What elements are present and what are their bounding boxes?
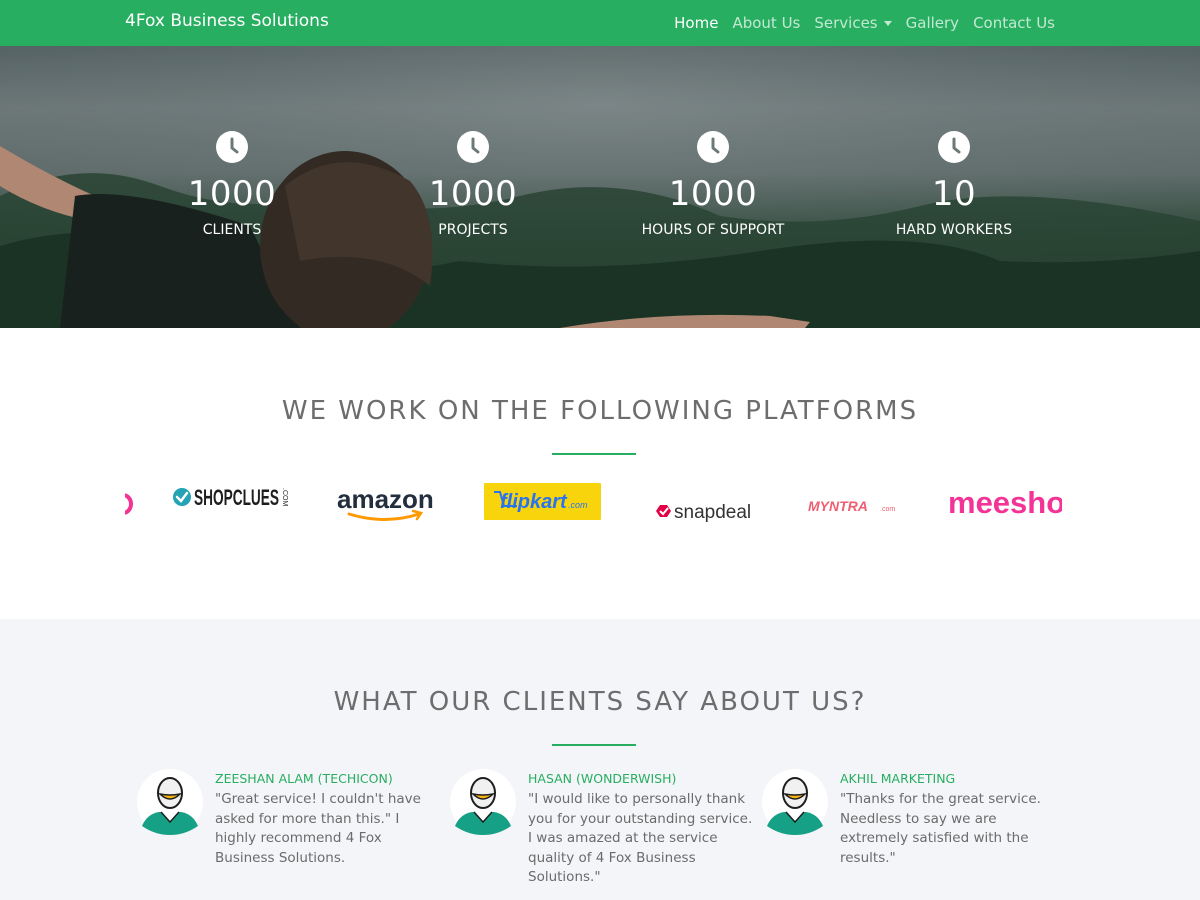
stat-number: 1000	[668, 174, 758, 214]
clock-icon	[697, 131, 729, 163]
testimonial-author: ZEESHAN ALAM (TECHICON)	[215, 771, 393, 786]
clock-icon	[457, 131, 489, 163]
testimonial-card: AKHIL MARKETING "Thanks for the great se…	[762, 769, 1062, 899]
stat-number: 10	[931, 174, 977, 214]
heading-underline	[552, 744, 636, 746]
user-avatar-icon	[137, 769, 203, 835]
nav-gallery[interactable]: Gallery	[906, 14, 959, 32]
testimonial-card: HASAN (WONDERWISH) "I would like to pers…	[450, 769, 752, 899]
stat-number: 1000	[428, 174, 518, 214]
brand-link[interactable]: 4Fox Business Solutions	[125, 11, 329, 31]
testimonials-heading: WHAT OUR CLIENTS SAY ABOUT US?	[333, 687, 867, 717]
meesho-logo: meesho	[948, 485, 1062, 520]
stat-label: PROJECTS	[438, 222, 508, 238]
platform-logo-carousel[interactable]: SHOPCLUES .COM amazon flipkart .com snap…	[125, 478, 1062, 538]
navbar: 4Fox Business Solutions Home About Us Se…	[0, 0, 1200, 46]
stat-hard-workers: 10 HARD WORKERS	[834, 130, 1074, 238]
testimonial-quote: "I would like to personally thank you fo…	[528, 791, 753, 885]
testimonial-author: AKHIL MARKETING	[840, 771, 956, 786]
meesho-partial-logo	[125, 493, 133, 515]
flipkart-text: flipkart	[500, 491, 568, 513]
nav-services-dropdown[interactable]: Services	[814, 14, 892, 32]
clock-icon	[216, 131, 248, 163]
testimonial-body: HASAN (WONDERWISH) "I would like to pers…	[528, 769, 756, 888]
shopclues-text: SHOPCLUES	[194, 485, 279, 510]
testimonial-body: AKHIL MARKETING "Thanks for the great se…	[840, 769, 1068, 868]
chevron-down-icon	[883, 20, 892, 26]
stat-projects: 1000 PROJECTS	[353, 130, 593, 238]
flipkart-logo: flipkart .com	[484, 483, 601, 520]
clock-icon	[938, 131, 970, 163]
myntra-suffix: .com	[880, 506, 895, 513]
shopclues-logo: SHOPCLUES .COM	[173, 485, 288, 510]
testimonial-card: ZEESHAN ALAM (TECHICON) "Great service! …	[137, 769, 437, 899]
nav-home[interactable]: Home	[674, 14, 718, 32]
snapdeal-logo: snapdeal	[656, 502, 750, 523]
user-avatar-icon	[450, 769, 516, 835]
testimonial-body: ZEESHAN ALAM (TECHICON) "Great service! …	[215, 769, 443, 868]
myntra-text: MYNTRA	[808, 498, 868, 514]
testimonial-quote: "Thanks for the great service. Needless …	[840, 791, 1041, 866]
testimonial-author: HASAN (WONDERWISH)	[528, 771, 677, 786]
nav-contact-us[interactable]: Contact Us	[973, 14, 1055, 32]
stat-label: HARD WORKERS	[895, 222, 1013, 238]
user-avatar-icon	[762, 769, 828, 835]
testimonials-section: WHAT OUR CLIENTS SAY ABOUT US? ZEESHAN A…	[0, 619, 1200, 900]
platforms-heading: WE WORK ON THE FOLLOWING PLATFORMS	[281, 396, 919, 426]
meesho-text: meesho	[948, 485, 1062, 520]
stat-label: CLIENTS	[202, 222, 262, 238]
snapdeal-text: snapdeal	[674, 502, 750, 523]
amazon-logo: amazon	[337, 484, 434, 521]
nav-menu: Home About Us Services Gallery Contact U…	[660, 0, 1055, 46]
stat-number: 1000	[187, 174, 277, 214]
platforms-section: WE WORK ON THE FOLLOWING PLATFORMS SHOPC…	[0, 328, 1200, 619]
stat-hours-of-support: 1000 HOURS OF SUPPORT	[593, 130, 833, 238]
shopclues-suffix: .COM	[281, 488, 288, 506]
hero-stats-section: 1000 CLIENTS 1000 PROJECTS 1000 HOURS OF…	[0, 46, 1200, 328]
testimonial-quote: "Great service! I couldn't have asked fo…	[215, 791, 421, 866]
stat-label: HOURS OF SUPPORT	[641, 222, 785, 238]
nav-services-label: Services	[814, 14, 878, 32]
amazon-text: amazon	[337, 484, 434, 514]
heading-underline	[552, 453, 636, 455]
flipkart-suffix: .com	[568, 500, 588, 510]
stat-clients: 1000 CLIENTS	[112, 130, 352, 238]
nav-about-us[interactable]: About Us	[732, 14, 800, 32]
myntra-logo: MYNTRA .com	[808, 498, 895, 514]
